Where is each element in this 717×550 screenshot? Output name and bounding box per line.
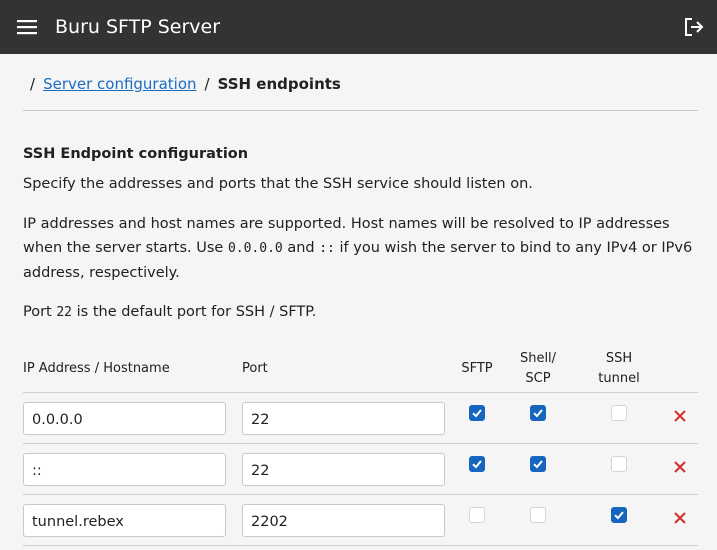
- column-header-sftp: SFTP: [461, 361, 493, 376]
- intro-paragraph: Specify the addresses and ports that the…: [23, 176, 533, 192]
- help-text: Port: [23, 304, 57, 320]
- column-header-shell-line1: Shell/: [519, 351, 557, 366]
- breadcrumb-separator: /: [204, 75, 210, 93]
- code-port: 22: [56, 305, 73, 320]
- table-divider: [23, 443, 698, 444]
- column-header-host: IP Address / Hostname: [23, 361, 170, 376]
- checkmark-icon: [472, 409, 482, 418]
- sftp-checkbox[interactable]: [469, 456, 485, 472]
- checkmark-icon: [533, 460, 543, 469]
- breadcrumb-current: SSH endpoints: [217, 75, 341, 93]
- port-input[interactable]: [242, 453, 445, 486]
- hamburger-menu-icon[interactable]: [17, 19, 37, 35]
- table-divider: [23, 392, 698, 393]
- logout-icon[interactable]: [682, 15, 706, 39]
- column-header-tunnel-line2: tunnel: [598, 371, 640, 386]
- delete-row-icon[interactable]: [673, 409, 687, 423]
- checkmark-icon: [614, 511, 624, 520]
- divider: [23, 110, 698, 111]
- ssh-tunnel-checkbox[interactable]: [611, 405, 627, 421]
- breadcrumb-separator: /: [30, 75, 36, 93]
- host-input[interactable]: [23, 402, 226, 435]
- column-header-shell-scp: Shell/ SCP: [513, 349, 563, 389]
- table-divider: [23, 494, 698, 495]
- ssh-tunnel-checkbox[interactable]: [611, 507, 627, 523]
- table-divider: [23, 545, 698, 546]
- app-header: Buru SFTP Server: [0, 0, 717, 54]
- app-title: Buru SFTP Server: [55, 16, 221, 38]
- checkmark-icon: [533, 409, 543, 418]
- column-header-tunnel-line1: SSH: [605, 351, 633, 366]
- address-help-paragraph: IP addresses and host names are supporte…: [23, 212, 703, 285]
- section-title: SSH Endpoint configuration: [23, 146, 249, 162]
- host-input[interactable]: [23, 453, 226, 486]
- column-header-port: Port: [242, 361, 268, 376]
- shell-scp-checkbox[interactable]: [530, 507, 546, 523]
- sftp-checkbox[interactable]: [469, 405, 485, 421]
- code-ipv6-any: ::: [319, 241, 335, 256]
- port-input[interactable]: [242, 504, 445, 537]
- breadcrumb: / Server configuration / SSH endpoints: [30, 74, 341, 94]
- checkmark-icon: [472, 460, 482, 469]
- help-text: and: [282, 240, 320, 256]
- breadcrumb-link-server-configuration[interactable]: Server configuration: [43, 74, 196, 94]
- delete-row-icon[interactable]: [673, 511, 687, 525]
- sftp-checkbox[interactable]: [469, 507, 485, 523]
- shell-scp-checkbox[interactable]: [530, 405, 546, 421]
- column-header-ssh-tunnel: SSH tunnel: [594, 349, 644, 389]
- port-help-paragraph: Port 22 is the default port for SSH / SF…: [23, 300, 703, 325]
- host-input[interactable]: [23, 504, 226, 537]
- delete-row-icon[interactable]: [673, 460, 687, 474]
- code-ipv4-any: 0.0.0.0: [227, 241, 283, 256]
- help-text: is the default port for SSH / SFTP.: [72, 304, 317, 320]
- column-header-shell-line2: SCP: [525, 371, 551, 386]
- port-input[interactable]: [242, 402, 445, 435]
- shell-scp-checkbox[interactable]: [530, 456, 546, 472]
- ssh-tunnel-checkbox[interactable]: [611, 456, 627, 472]
